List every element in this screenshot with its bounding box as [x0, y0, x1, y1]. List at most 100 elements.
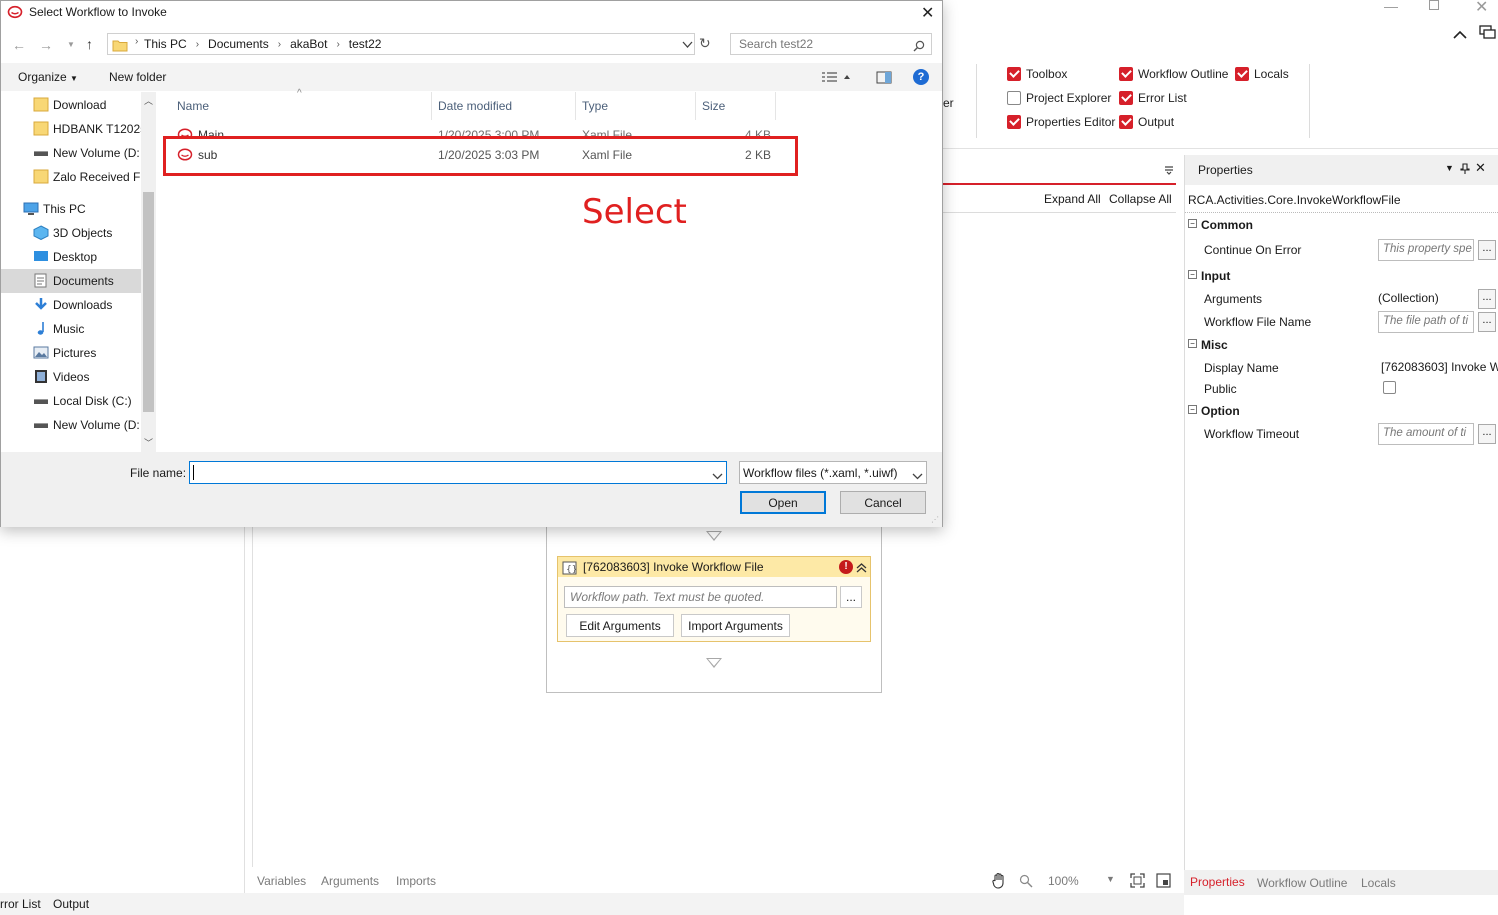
pin-icon[interactable]: [1460, 161, 1470, 175]
workflow-path-browse-button[interactable]: ...: [840, 586, 862, 608]
nav-item-hdbank[interactable]: HDBANK T12025: [1, 117, 141, 141]
cancel-button[interactable]: Cancel: [840, 491, 926, 514]
address-dropdown-icon[interactable]: [682, 37, 693, 51]
scroll-down-icon[interactable]: ﹀: [144, 436, 153, 449]
chat-icon[interactable]: [1479, 25, 1497, 41]
file-row-main[interactable]: Main 1/20/2025 3:00 PM Xaml File 4 KB: [166, 124, 786, 136]
file-type-select[interactable]: Workflow files (*.xaml, *.uiwf): [739, 461, 927, 484]
preview-pane-icon[interactable]: [876, 70, 892, 84]
nav-item-zalo-received[interactable]: Zalo Received Fi: [1, 165, 141, 189]
collapse-icon[interactable]: −: [1188, 219, 1197, 228]
scroll-thumb[interactable]: [143, 192, 154, 412]
zoom-search-icon[interactable]: [1019, 873, 1033, 888]
up-arrow-icon[interactable]: ↑: [86, 36, 93, 52]
scroll-up-icon[interactable]: ︿: [144, 94, 153, 107]
column-header-date[interactable]: Date modified: [438, 99, 512, 113]
tab-locals[interactable]: Locals: [1361, 876, 1396, 890]
back-arrow-icon[interactable]: ←: [12, 37, 26, 53]
zoom-dropdown-icon[interactable]: ▼: [1106, 874, 1115, 884]
category-input[interactable]: − Input: [1185, 264, 1498, 287]
continue-on-error-input[interactable]: This property spe: [1378, 239, 1474, 261]
fit-to-screen-icon[interactable]: [1130, 873, 1145, 888]
workflow-file-name-browse-button[interactable]: ...: [1478, 311, 1496, 332]
organize-button[interactable]: Organize ▼: [18, 70, 78, 84]
category-common[interactable]: − Common: [1185, 213, 1498, 236]
column-header-size[interactable]: Size: [702, 99, 725, 113]
column-header-name[interactable]: Name: [177, 99, 209, 113]
breadcrumb-this-pc[interactable]: This PC: [144, 37, 187, 51]
nav-item-documents[interactable]: Documents: [1, 269, 141, 293]
tab-workflow-outline[interactable]: Workflow Outline: [1257, 876, 1347, 890]
nav-item-desktop[interactable]: Desktop: [1, 245, 141, 269]
breadcrumb-akabot[interactable]: akaBot: [290, 37, 327, 51]
nav-item-3d-objects[interactable]: 3D Objects: [1, 221, 141, 245]
overview-icon[interactable]: [1156, 873, 1171, 888]
minimize-icon[interactable]: —: [1384, 0, 1398, 14]
forward-arrow-icon[interactable]: →: [39, 37, 53, 53]
collapse-activity-icon[interactable]: [856, 560, 867, 574]
workflow-file-name-input[interactable]: The file path of ti: [1378, 310, 1474, 333]
search-input[interactable]: Search test22: [730, 33, 932, 55]
recent-locations-icon[interactable]: ▼: [67, 40, 75, 49]
workflow-timeout-input[interactable]: The amount of ti: [1378, 422, 1474, 445]
close-dialog-icon[interactable]: ✕: [921, 3, 934, 23]
panel-menu-icon[interactable]: ▼: [1445, 163, 1454, 173]
breadcrumb-test22[interactable]: test22: [349, 37, 382, 51]
column-header-type[interactable]: Type: [582, 99, 608, 113]
error-list-checkbox[interactable]: Error List: [1119, 91, 1187, 105]
edit-arguments-button[interactable]: Edit Arguments: [566, 614, 674, 637]
view-options-icon[interactable]: [821, 70, 851, 84]
collapse-ribbon-icon[interactable]: [1453, 27, 1467, 41]
nav-scrollbar[interactable]: ︿ ﹀: [141, 92, 156, 452]
nav-item-new-volume-d[interactable]: New Volume (D:: [1, 141, 141, 165]
zoom-level[interactable]: 100%: [1048, 874, 1079, 888]
nav-item-download[interactable]: Download: [1, 93, 141, 117]
collapse-all-link[interactable]: Collapse All: [1109, 192, 1172, 206]
nav-item-pictures[interactable]: Pictures: [1, 341, 141, 365]
nav-item-this-pc[interactable]: This PC: [1, 197, 141, 221]
invoke-workflow-activity[interactable]: {} [762083603] Invoke Workflow File ! Wo…: [557, 556, 871, 642]
workflow-timeout-browse-button[interactable]: ...: [1478, 423, 1496, 444]
file-name-input[interactable]: [189, 461, 727, 484]
display-name-input[interactable]: [762083603] Invoke W: [1381, 360, 1498, 374]
arguments-value[interactable]: (Collection): [1378, 291, 1439, 305]
locals-checkbox[interactable]: Locals: [1235, 67, 1289, 81]
collapse-icon[interactable]: −: [1188, 270, 1197, 279]
tab-error-list[interactable]: rror List: [0, 897, 41, 911]
tab-variables[interactable]: Variables: [257, 874, 306, 888]
import-arguments-button[interactable]: Import Arguments: [681, 614, 790, 637]
nav-item-videos[interactable]: Videos: [1, 365, 141, 389]
properties-editor-checkbox[interactable]: Properties Editor: [1007, 115, 1115, 129]
nav-item-new-volume-d-2[interactable]: New Volume (D:: [1, 413, 141, 437]
address-bar[interactable]: › This PC › Documents › akaBot › test22: [107, 33, 695, 55]
close-panel-icon[interactable]: ✕: [1475, 160, 1486, 176]
continue-on-error-browse-button[interactable]: ...: [1478, 240, 1496, 260]
help-icon[interactable]: ?: [913, 69, 929, 85]
project-explorer-checkbox[interactable]: Project Explorer: [1007, 91, 1111, 105]
toolbox-checkbox[interactable]: Toolbox: [1007, 67, 1067, 81]
designer-dropdown-icon[interactable]: [1164, 162, 1174, 176]
public-checkbox[interactable]: [1383, 381, 1396, 394]
arguments-browse-button[interactable]: ...: [1478, 288, 1496, 309]
resize-grip-icon[interactable]: ⋰: [931, 515, 939, 524]
nav-item-music[interactable]: Music: [1, 317, 141, 341]
expand-all-link[interactable]: Expand All: [1044, 192, 1101, 206]
category-misc[interactable]: − Misc: [1185, 333, 1498, 356]
category-option[interactable]: − Option: [1185, 399, 1498, 422]
workflow-outline-checkbox[interactable]: Workflow Outline: [1119, 67, 1228, 81]
nav-item-downloads[interactable]: Downloads: [1, 293, 141, 317]
new-folder-button[interactable]: New folder: [109, 70, 166, 84]
maximize-icon[interactable]: [1429, 0, 1439, 10]
refresh-icon[interactable]: ↻: [699, 35, 711, 52]
output-checkbox[interactable]: Output: [1119, 115, 1174, 129]
collapse-icon[interactable]: −: [1188, 405, 1197, 414]
tab-imports[interactable]: Imports: [396, 874, 436, 888]
file-name-dropdown-icon[interactable]: [712, 468, 723, 482]
open-button[interactable]: Open: [740, 491, 826, 514]
close-window-icon[interactable]: ✕: [1475, 0, 1488, 17]
workflow-path-input[interactable]: Workflow path. Text must be quoted.: [564, 586, 837, 608]
tab-properties[interactable]: Properties: [1190, 875, 1245, 889]
tab-output[interactable]: Output: [53, 897, 89, 911]
hand-tool-icon[interactable]: [991, 872, 1008, 889]
tab-arguments[interactable]: Arguments: [321, 874, 379, 888]
